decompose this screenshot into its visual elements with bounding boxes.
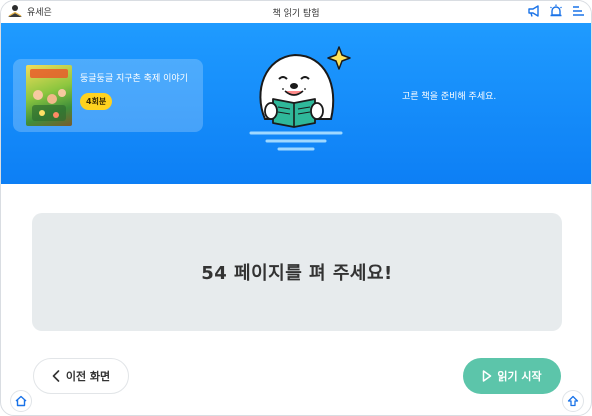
episode-badge: 4회분	[80, 93, 113, 110]
book-cover-image	[26, 65, 72, 126]
menu-icon[interactable]	[571, 4, 585, 18]
play-icon	[482, 370, 492, 382]
page-title: 책 읽기 탐험	[272, 9, 320, 19]
home-button[interactable]	[10, 390, 32, 412]
previous-screen-button[interactable]: 이전 화면	[33, 358, 129, 394]
previous-screen-label: 이전 화면	[65, 370, 111, 383]
start-reading-button[interactable]: 읽기 시작	[463, 358, 561, 394]
top-actions	[527, 4, 585, 18]
alarm-icon[interactable]	[549, 4, 563, 18]
chevron-left-icon	[52, 370, 60, 382]
hero-banner: 둥글둥글 지구촌 축제 이야기 4회분 고른 책을 준비해 주세요.	[1, 23, 591, 184]
megaphone-icon[interactable]	[527, 4, 541, 18]
start-reading-label: 읽기 시작	[497, 370, 542, 383]
instruction-text: 54 페이지를 펴 주세요!	[201, 263, 393, 284]
instruction-card: 54 페이지를 펴 주세요!	[32, 213, 562, 331]
selected-book-card: 둥글둥글 지구촌 축제 이야기 4회분	[13, 59, 203, 132]
seal-reading-illustration	[245, 41, 355, 159]
hero-message: 고른 책을 준비해 주세요.	[402, 92, 497, 102]
arrow-up-icon	[567, 395, 579, 407]
home-icon	[15, 395, 27, 407]
app-window: 유세은 책 읽기 탐험 둥글둥글 지구촌 축제 이야기 4회분 고른 책을 준비…	[0, 0, 592, 416]
book-title: 둥글둥글 지구촌 축제 이야기	[80, 74, 188, 84]
top-bar: 유세은 책 읽기 탐험	[1, 1, 591, 23]
scroll-top-button[interactable]	[562, 390, 584, 412]
